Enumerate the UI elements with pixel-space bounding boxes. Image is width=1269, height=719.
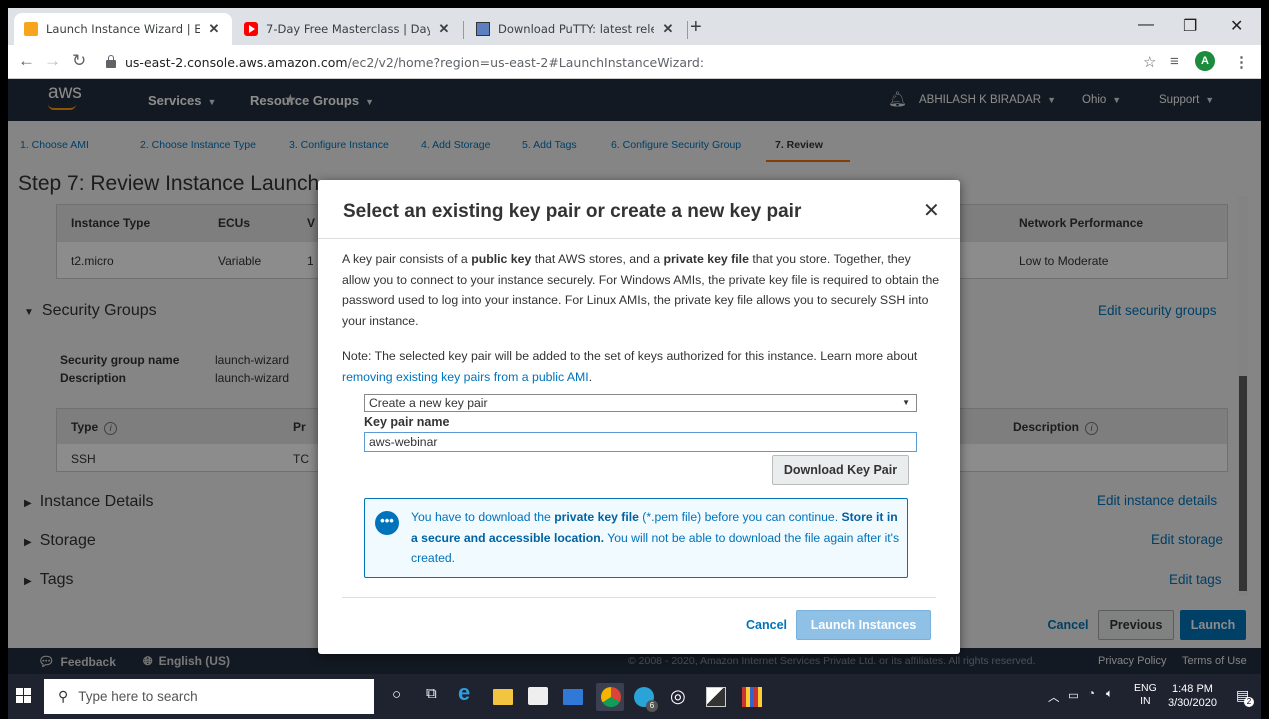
lang-region: IN	[1140, 695, 1151, 707]
url-text: us-east-2.console.aws.amazon.com/ec2/v2/…	[125, 55, 704, 70]
note-text: .	[588, 369, 593, 384]
cortana-icon[interactable]: ○	[392, 686, 412, 706]
info-alert: ••• You have to download the private key…	[364, 498, 908, 578]
tab-masterclass[interactable]: 7-Day Free Masterclass | Day 7 - ✕	[234, 13, 462, 45]
task-view-icon[interactable]: ⧉	[426, 685, 446, 705]
app-icon[interactable]: ◎	[670, 686, 690, 706]
key-pair-name-input[interactable]: aws-webinar	[364, 432, 917, 452]
minimize-icon[interactable]: —	[1138, 16, 1154, 34]
close-icon[interactable]: ✕	[660, 21, 676, 37]
chevron-down-icon: ▼	[902, 398, 910, 407]
alert-text: You have to download the private key fil…	[411, 507, 903, 569]
key-pair-name-label: Key pair name	[364, 415, 450, 429]
close-icon[interactable]: ✕	[436, 21, 452, 37]
tab-putty[interactable]: Download PuTTY: latest release ( ✕	[466, 13, 686, 45]
windows-taskbar: ⚲ Type here to search ○ ⧉ e 6 ◎ ︿ ▭ ◔ 🔈︎…	[8, 674, 1261, 719]
alert-part: You have to download the	[411, 510, 555, 524]
divider	[342, 597, 936, 598]
taskbar-search[interactable]: ⚲ Type here to search	[44, 679, 374, 714]
language-indicator[interactable]: ENG IN	[1134, 682, 1157, 708]
putty-favicon-icon	[476, 22, 490, 36]
new-tab-icon[interactable]: +	[690, 16, 702, 39]
restore-icon[interactable]: ❐	[1183, 16, 1197, 36]
tab-separator	[463, 21, 464, 39]
back-icon[interactable]: ←	[18, 51, 35, 71]
alert-bold: private key file	[554, 510, 639, 524]
divider	[318, 238, 960, 239]
notification-count: 2	[1244, 697, 1254, 707]
dialog-title: Select an existing key pair or create a …	[343, 201, 802, 222]
store-icon[interactable]	[528, 687, 548, 705]
key-pair-dialog: Select an existing key pair or create a …	[318, 180, 960, 654]
note-text: Note: The selected key pair will be adde…	[342, 349, 918, 363]
file-explorer-icon[interactable]	[493, 689, 513, 705]
key-pair-action-select[interactable]: Create a new key pair ▼	[364, 394, 917, 412]
browser-toolbar: ← → ↻ us-east-2.console.aws.amazon.com/e…	[8, 45, 1261, 79]
close-window-icon[interactable]: ✕	[1230, 16, 1243, 36]
close-icon[interactable]: ✕	[206, 21, 222, 37]
aws-favicon-icon	[24, 22, 38, 36]
tab-title: Launch Instance Wizard | EC2 Ma	[46, 22, 200, 36]
close-icon[interactable]: ✕	[923, 198, 940, 223]
tab-launch-wizard[interactable]: Launch Instance Wizard | EC2 Ma ✕	[14, 13, 232, 45]
mail-icon[interactable]	[563, 689, 583, 705]
chrome-icon[interactable]	[601, 687, 621, 707]
photos-icon[interactable]	[706, 687, 726, 707]
address-bar[interactable]: us-east-2.console.aws.amazon.com/ec2/v2/…	[106, 49, 1156, 75]
battery-icon[interactable]: ▭	[1068, 688, 1079, 702]
edge-icon[interactable]: e	[458, 680, 478, 705]
profile-avatar[interactable]: A	[1195, 51, 1215, 71]
dialog-cancel-button[interactable]: Cancel	[746, 618, 787, 632]
launch-instances-button[interactable]: Launch Instances	[796, 610, 931, 640]
search-icon: ⚲	[58, 688, 69, 704]
tab-title: 7-Day Free Masterclass | Day 7 -	[266, 22, 430, 36]
wifi-icon[interactable]: ◔	[1088, 688, 1095, 700]
clock-date: 3/30/2020	[1168, 697, 1217, 709]
download-key-pair-button[interactable]: Download Key Pair	[772, 455, 909, 485]
windows-start-icon[interactable]	[16, 688, 31, 703]
remove-key-pairs-link[interactable]: removing existing key pairs from a publi…	[342, 370, 589, 384]
lock-icon	[106, 55, 116, 68]
url-path: /ec2/v2/home?region=us-east-2#LaunchInst…	[347, 54, 705, 70]
browser-window: Launch Instance Wizard | EC2 Ma ✕ 7-Day …	[8, 8, 1261, 719]
chevron-up-icon[interactable]: ︿	[1048, 689, 1060, 705]
alert-part: (*.pem file) before you can continue.	[638, 510, 842, 524]
media-queue-icon[interactable]: ≡	[1170, 53, 1179, 70]
screen: Launch Instance Wizard | EC2 Ma ✕ 7-Day …	[0, 0, 1269, 719]
clock[interactable]: 1:48 PM 3/30/2020	[1168, 682, 1217, 710]
desc-bold: private key file	[663, 252, 749, 266]
forward-icon[interactable]: →	[44, 51, 61, 71]
search-placeholder: Type here to search	[78, 689, 198, 704]
winrar-icon[interactable]	[742, 687, 762, 707]
clock-time: 1:48 PM	[1171, 683, 1213, 695]
desc-text: A key pair consists of a	[342, 252, 472, 266]
ellipsis-icon: •••	[375, 511, 399, 535]
url-host: us-east-2.console.aws.amazon.com	[125, 54, 348, 70]
key-pair-note: Note: The selected key pair will be adde…	[342, 346, 942, 387]
select-value: Create a new key pair	[369, 396, 488, 410]
desc-bold: public key	[471, 252, 532, 266]
tab-title: Download PuTTY: latest release (	[498, 22, 654, 36]
volume-icon[interactable]: 🔈︎	[1106, 688, 1113, 701]
youtube-favicon-icon	[244, 22, 258, 36]
lang-code: ENG	[1134, 682, 1157, 694]
reload-icon[interactable]: ↻	[72, 51, 86, 71]
notification-badge: 6	[646, 700, 658, 712]
key-pair-description: A key pair consists of a public key that…	[342, 249, 942, 331]
menu-icon[interactable]: ⋮	[1234, 53, 1249, 71]
desc-text: that AWS stores, and a	[531, 252, 664, 266]
tab-strip: Launch Instance Wizard | EC2 Ma ✕ 7-Day …	[8, 8, 1261, 45]
tab-separator	[687, 21, 688, 39]
star-icon[interactable]: ☆	[1143, 53, 1156, 71]
